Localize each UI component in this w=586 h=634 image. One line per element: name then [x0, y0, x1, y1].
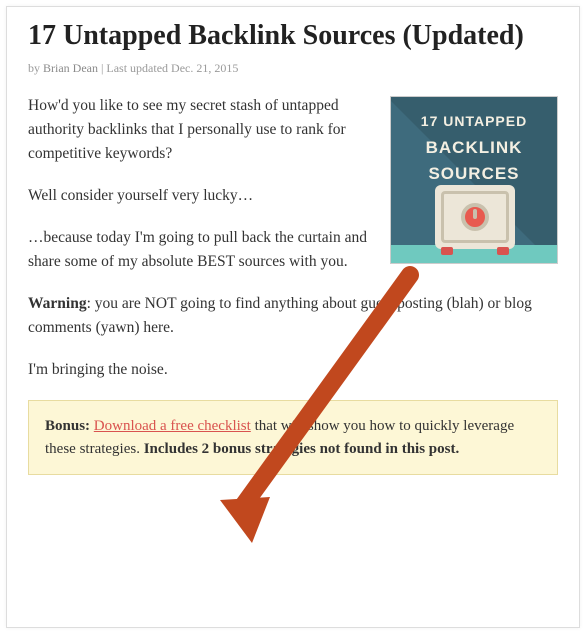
warning-label: Warning: [28, 295, 87, 312]
byline-author[interactable]: Brian Dean: [43, 61, 98, 75]
byline-updated: Last updated Dec. 21, 2015: [106, 61, 238, 75]
thumb-line3: SOURCES: [391, 161, 557, 187]
thumb-line2: BACKLINK: [391, 135, 557, 161]
thumb-line1: 17 UNTAPPED: [391, 111, 557, 133]
feature-thumbnail: 17 UNTAPPED BACKLINK SOURCES: [390, 96, 558, 264]
bonus-callout: Bonus: Download a free checklist that wi…: [28, 400, 558, 475]
paragraph-5: I'm bringing the noise.: [28, 358, 558, 382]
page-title: 17 Untapped Backlink Sources (Updated): [28, 18, 558, 53]
bonus-tail-text: Includes 2 bonus strategies not found in…: [144, 441, 460, 457]
warning-text: : you are NOT going to find anything abo…: [28, 295, 532, 336]
article-body: 17 UNTAPPED BACKLINK SOURCES How'd you l…: [28, 94, 558, 475]
safe-dial-icon: [461, 203, 489, 231]
bonus-download-link[interactable]: Download a free checklist: [94, 418, 251, 434]
byline-by: by: [28, 61, 43, 75]
bonus-label: Bonus:: [45, 418, 90, 434]
byline: by Brian Dean | Last updated Dec. 21, 20…: [28, 61, 558, 76]
paragraph-4: Warning: you are NOT going to find anyth…: [28, 292, 558, 340]
